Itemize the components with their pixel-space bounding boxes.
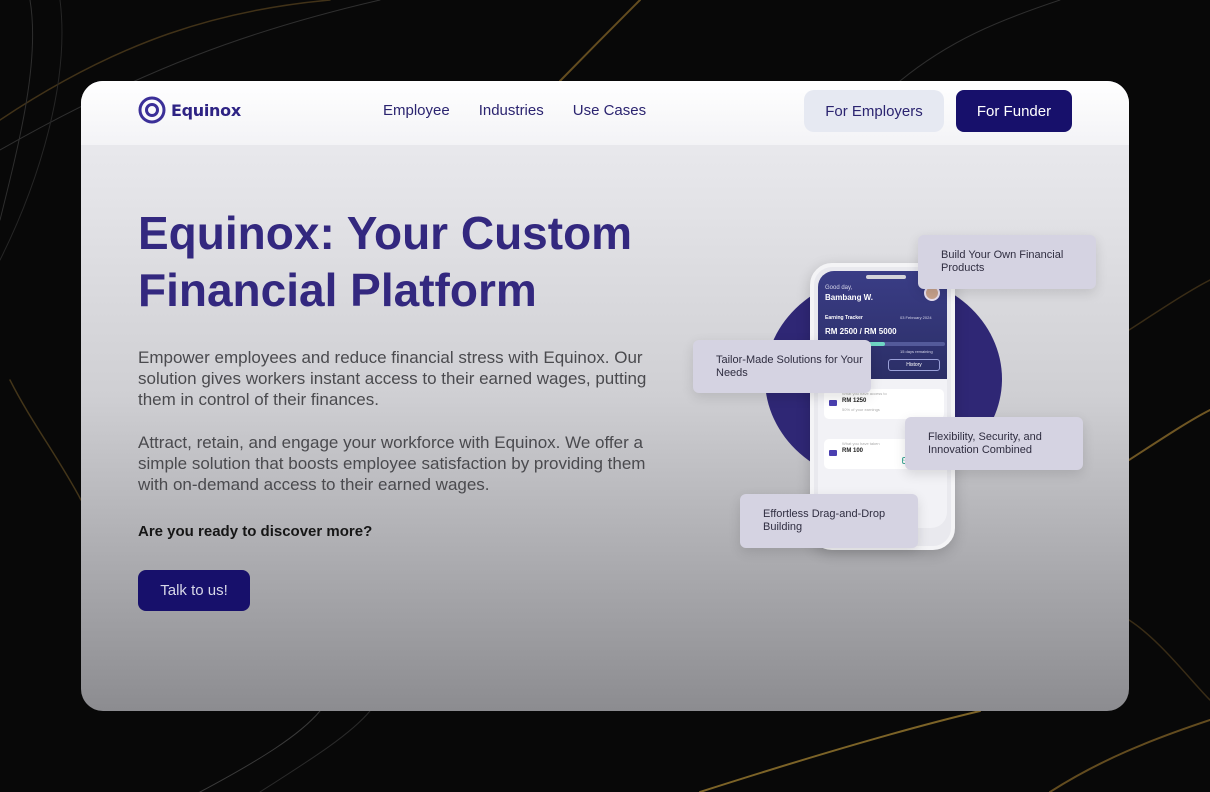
- feature-card-drag-drop: Effortless Drag-and-Drop Building: [740, 494, 918, 548]
- phone-user-name: Bambang W.: [825, 293, 874, 302]
- wallet-icon: [829, 450, 837, 456]
- row-caption: What you have taken: [842, 441, 880, 446]
- nav-link-industries[interactable]: Industries: [479, 102, 544, 119]
- hero-paragraph-2: Attract, retain, and engage your workfor…: [138, 433, 646, 494]
- hero-paragraph-1: Empower employees and reduce financial s…: [138, 348, 647, 409]
- phone-amount: RM 2500 / RM 5000: [825, 327, 897, 336]
- phone-notch: [866, 275, 906, 279]
- row-note: 50% of your earnings: [842, 407, 880, 412]
- talk-to-us-button[interactable]: Talk to us!: [138, 570, 250, 611]
- brand-logo[interactable]: Equinox: [138, 96, 241, 124]
- phone-days-remaining: 15 days remaining: [900, 349, 933, 354]
- nav-link-employee[interactable]: Employee: [383, 102, 450, 119]
- for-funder-button[interactable]: For Funder: [956, 90, 1072, 132]
- brand-name: Equinox: [171, 100, 241, 120]
- wallet-icon: [829, 400, 837, 406]
- list-item: What you have access to RM 1250 50% of y…: [824, 389, 944, 419]
- nav-links: Employee Industries Use Cases: [383, 102, 646, 119]
- phone-screen: Good day, Bambang W. Earning Tracker 03 …: [818, 271, 947, 528]
- feature-card-build-products: Build Your Own Financial Products: [918, 235, 1096, 289]
- phone-history-button[interactable]: History: [888, 359, 940, 371]
- phone-tracker-label: Earning Tracker: [825, 315, 863, 321]
- phone-greeting: Good day,: [825, 285, 853, 291]
- feature-card-tailor-made: Tailor-Made Solutions for Your Needs: [693, 340, 871, 393]
- landing-page-card: Equinox Employee Industries Use Cases Fo…: [81, 81, 1129, 711]
- row-value: RM 1250: [842, 398, 867, 404]
- hero-question: Are you ready to discover more?: [138, 523, 373, 540]
- phone-tracker-date: 03 February 2024: [900, 315, 932, 320]
- for-employers-button[interactable]: For Employers: [804, 90, 944, 132]
- nav-link-use-cases[interactable]: Use Cases: [573, 102, 646, 119]
- top-navbar: Equinox Employee Industries Use Cases Fo…: [81, 81, 1129, 145]
- equinox-logo-icon: [138, 96, 166, 124]
- hero-title: Equinox: Your Custom Financial Platform: [138, 207, 633, 316]
- feature-card-flexibility: Flexibility, Security, and Innovation Co…: [905, 417, 1083, 470]
- row-value: RM 100: [842, 448, 864, 454]
